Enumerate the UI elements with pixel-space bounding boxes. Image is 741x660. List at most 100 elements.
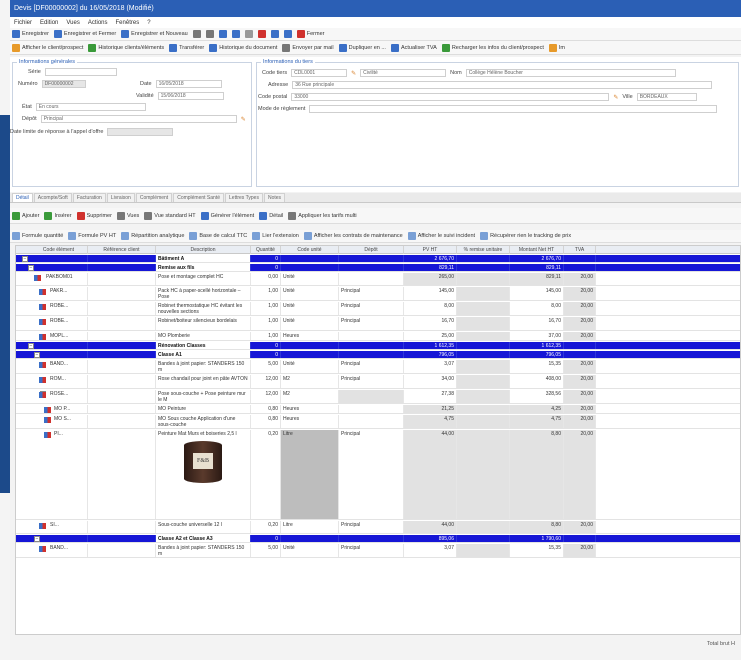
cell-col7[interactable]: [457, 535, 510, 542]
toolbar1-item-4[interactable]: [205, 30, 214, 38]
cell-pv[interactable]: 829,11: [404, 264, 457, 271]
detail_toolbar-item-0[interactable]: Ajouter: [12, 211, 39, 220]
cell-unit[interactable]: Unité: [281, 317, 339, 330]
cell-unit[interactable]: Heures: [281, 415, 339, 428]
toolbar2-item-7[interactable]: Recharger les infos du client/prospect: [441, 43, 544, 52]
toolbar1-item-2[interactable]: Enregistrer et Nouveau: [121, 30, 188, 38]
cell-pv[interactable]: 16,70: [404, 317, 457, 330]
cell-unit[interactable]: Unité: [281, 360, 339, 373]
cell-unit[interactable]: Unité: [281, 302, 339, 315]
adresse-field[interactable]: 36 Rue principale: [292, 81, 713, 89]
cell-desc[interactable]: Bandes à joint papier: STANDERS 150 m: [156, 360, 251, 373]
cell-depot[interactable]: Principal: [339, 287, 404, 300]
cell-unit[interactable]: [281, 535, 339, 542]
cell-unit[interactable]: M2: [281, 390, 339, 403]
menu-item-5[interactable]: ?: [147, 20, 150, 26]
cell-col7[interactable]: [457, 273, 510, 285]
cell-depot[interactable]: Principal: [339, 544, 404, 557]
cell-col7[interactable]: [457, 415, 510, 428]
expand-toggle-icon[interactable]: −: [28, 265, 34, 271]
cell-pv[interactable]: 4,75: [404, 415, 457, 428]
tab-6[interactable]: Lettres Types: [225, 193, 263, 202]
cell-qty[interactable]: 0,80: [251, 415, 281, 428]
menu-item-4[interactable]: Fenêtres: [116, 20, 140, 26]
cell-depot[interactable]: [339, 351, 404, 358]
table-row[interactable]: BAND... Bandes à joint papier: STANDERS 1…: [16, 544, 740, 558]
expand-toggle-icon[interactable]: −: [28, 343, 34, 349]
detail-toolbar2-item-1[interactable]: Formule PV HT: [68, 232, 116, 240]
cell-col7[interactable]: [457, 405, 510, 413]
cell-qty[interactable]: 0: [251, 351, 281, 358]
cell-col7[interactable]: [457, 287, 510, 300]
cell-unit[interactable]: M2: [281, 375, 339, 388]
cell-depot[interactable]: Principal: [339, 521, 404, 533]
toolbar2-item-6[interactable]: Actualiser TVA: [390, 43, 437, 52]
toolbar1-item-11[interactable]: Fermer: [296, 30, 324, 38]
cell-pv[interactable]: 145,00: [404, 287, 457, 300]
tab-5[interactable]: Complément Santé: [173, 193, 225, 202]
cell-pv[interactable]: 265,00: [404, 273, 457, 285]
cell-qty[interactable]: 12,00: [251, 390, 281, 403]
cell-col7[interactable]: [457, 351, 510, 358]
date-field[interactable]: 16/05/2018: [155, 80, 222, 88]
cell-depot[interactable]: [339, 264, 404, 271]
cell-qty[interactable]: 1,00: [251, 287, 281, 300]
cell-depot[interactable]: [339, 342, 404, 349]
civilite-select[interactable]: Civilité: [360, 69, 447, 77]
code-tiers-field[interactable]: CDL0001: [291, 69, 348, 77]
menu-item-3[interactable]: Actions: [88, 20, 108, 26]
detail-toolbar2-item-2[interactable]: Répartition analytique: [121, 232, 184, 240]
column-header-1[interactable]: Référence client: [88, 246, 156, 254]
column-header-0[interactable]: Code élément: [30, 246, 88, 254]
validite-field[interactable]: 15/06/2018: [157, 92, 224, 100]
expand-toggle-icon[interactable]: −: [34, 352, 40, 358]
cell-desc[interactable]: Pose et montage complet HC: [156, 273, 251, 285]
section-row[interactable]: − Remise aux fils 0 829,11 829,11: [16, 264, 740, 272]
cell-pv[interactable]: 44,00: [404, 430, 457, 519]
cell-desc[interactable]: Pose sous-couche + Pose peinture mur le …: [156, 390, 251, 403]
cell-desc[interactable]: Bâtiment A: [156, 255, 251, 262]
detail-toolbar2-item-3[interactable]: Base de calcul TTC: [189, 232, 247, 240]
cell-desc[interactable]: Sous-couche universelle 12 l: [156, 521, 251, 533]
column-header-9[interactable]: TVA: [564, 246, 596, 254]
cell-qty[interactable]: 0: [251, 342, 281, 349]
cell-depot[interactable]: Principal: [339, 317, 404, 330]
detail-toolbar2-item-7[interactable]: Récupérer rien le tracking de prix: [480, 232, 571, 240]
toolbar1-item-3[interactable]: [192, 30, 201, 38]
column-header-4[interactable]: Code unité: [281, 246, 339, 254]
cell-depot[interactable]: Principal: [339, 430, 404, 519]
tab-0[interactable]: Détail: [12, 193, 33, 202]
cell-qty[interactable]: 0: [251, 255, 281, 262]
depot-select[interactable]: Principal: [40, 115, 237, 123]
cell-desc[interactable]: Pack HC à paper-scellé horizontale – Pos…: [156, 287, 251, 300]
toolbar2-item-1[interactable]: Historique clients/éléments: [88, 43, 164, 52]
detail_toolbar-item-7[interactable]: Appliquer les tarifs multi: [288, 211, 357, 220]
cell-col7[interactable]: [457, 521, 510, 533]
table-row[interactable]: ROBE... Robinet/boiteur silencieux bordel…: [16, 317, 740, 331]
table-row[interactable]: MOPL... MO Plomberie 1,00 Heures 25,00 37,00 2…: [16, 332, 740, 341]
cell-desc[interactable]: MO Sous couche Application d'une sous-co…: [156, 415, 251, 428]
depot-edit-icon[interactable]: ✎: [241, 116, 246, 123]
cell-unit[interactable]: Unité: [281, 273, 339, 285]
cell-pv[interactable]: 27,38: [404, 390, 457, 403]
column-header-5[interactable]: Dépôt: [339, 246, 404, 254]
ville-field[interactable]: BORDEAUX: [636, 93, 697, 101]
cell-unit[interactable]: Heures: [281, 405, 339, 413]
detail_toolbar-item-2[interactable]: Supprimer: [76, 211, 112, 220]
toolbar1-item-0[interactable]: Enregistrer: [12, 30, 49, 38]
cell-qty[interactable]: 0: [251, 535, 281, 542]
cell-pv[interactable]: 1 612,35: [404, 342, 457, 349]
cell-depot[interactable]: [339, 415, 404, 428]
detail-toolbar2-item-5[interactable]: Afficher les contrats de maintenance: [303, 232, 403, 240]
cell-desc[interactable]: Robinet/boiteur silencieux bordelais: [156, 317, 251, 330]
cell-depot[interactable]: Principal: [339, 302, 404, 315]
cell-desc[interactable]: Classe A1: [156, 351, 251, 358]
section-row[interactable]: − Rénovation Classes 0 1 612,35 1 612,35: [16, 342, 740, 350]
cell-depot[interactable]: [339, 390, 404, 403]
detail-toolbar2-item-0[interactable]: Formule quantité: [12, 232, 63, 240]
cell-pv[interactable]: 2 676,70: [404, 255, 457, 262]
detail_toolbar-item-4[interactable]: Vue standard HT: [144, 211, 196, 220]
cell-depot[interactable]: Principal: [339, 360, 404, 373]
cell-qty[interactable]: 5,00: [251, 544, 281, 557]
toolbar1-item-6[interactable]: [231, 30, 240, 38]
